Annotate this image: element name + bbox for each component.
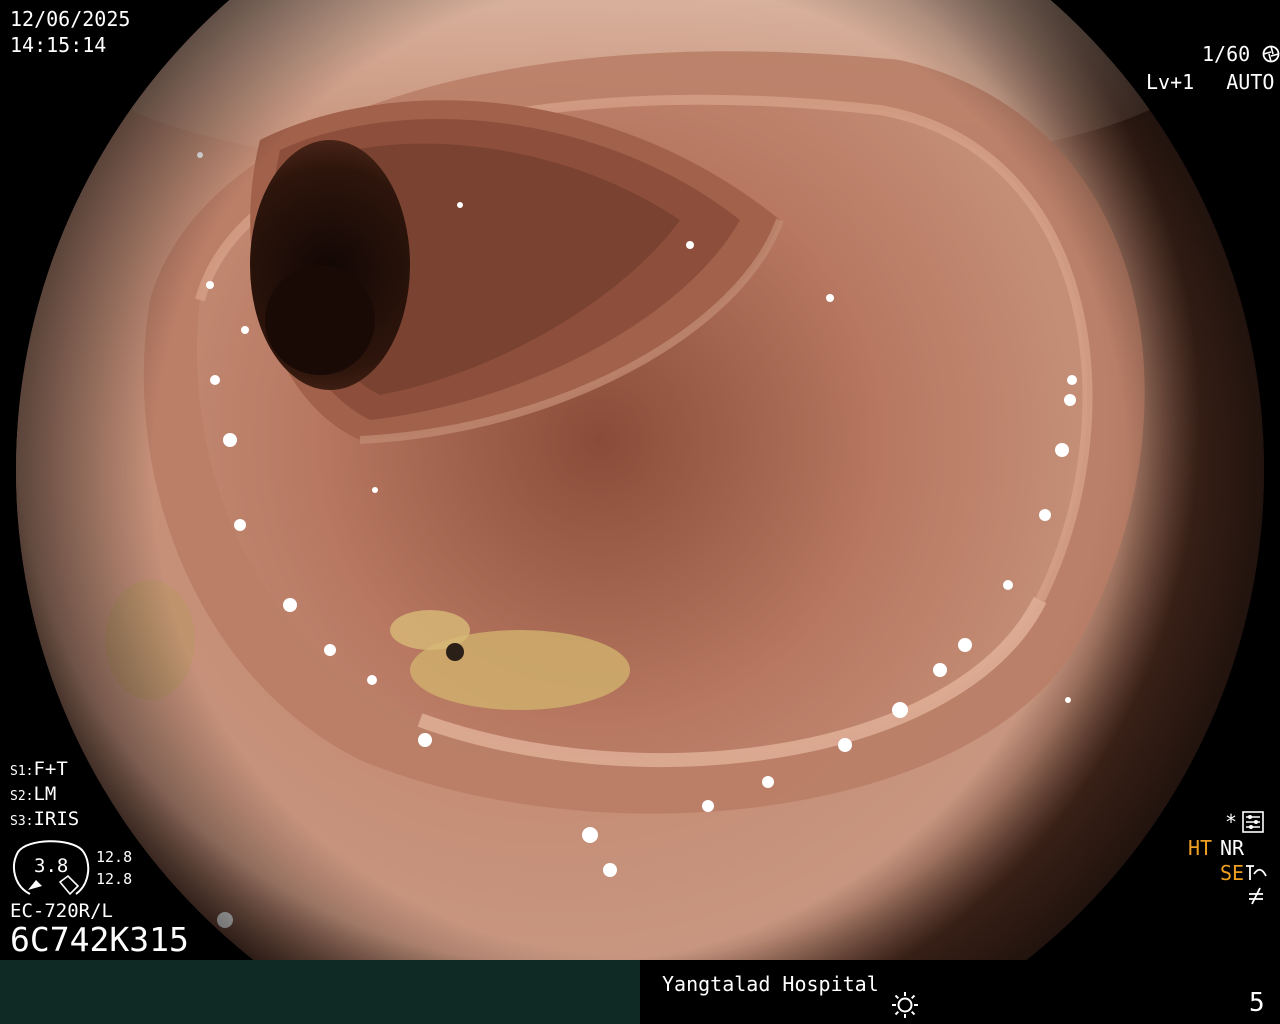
time-readout: 14:15:14 xyxy=(10,33,107,57)
mode-nr: NR xyxy=(1220,836,1245,860)
s2-value: LM xyxy=(33,783,57,805)
gauge-bottom-value: 12.8 xyxy=(96,870,133,888)
scope-serial: 6C742K315 xyxy=(10,920,189,959)
hospital-name: Yangtalad Hospital xyxy=(662,972,879,996)
gauge-value: 3.8 xyxy=(34,855,69,877)
mode-se: SE xyxy=(1220,861,1245,885)
shutter-speed: 1/60 xyxy=(1202,44,1280,64)
status-bar: Yangtalad Hospital 5 xyxy=(0,960,1280,1024)
sun-icon xyxy=(892,992,918,1018)
s1-value: F+T xyxy=(33,758,68,780)
settings-icon xyxy=(1242,811,1264,833)
setting-s3: S3:IRIS xyxy=(10,810,79,829)
setting-s1: S1:F+T xyxy=(10,760,68,779)
endoscope-viewport: 12/06/2025 14:15:14 1/60 Lv+1 AUTO S1:F+… xyxy=(0,0,1280,960)
date-readout: 12/06/2025 xyxy=(10,7,131,31)
exposure-readout: Lv+1 AUTO xyxy=(1146,72,1280,92)
setting-s2: S2:LM xyxy=(10,785,56,804)
image-counter: 5 xyxy=(1249,988,1265,1018)
s2-label: S2: xyxy=(10,789,34,804)
scope-model: EC-720R/L xyxy=(10,900,113,922)
gauge-top-value: 12.8 xyxy=(96,848,133,866)
status-bar-right-panel: Yangtalad Hospital 5 xyxy=(640,960,1280,1024)
brightness-level: Lv+1 xyxy=(1146,70,1195,94)
se-curve-icon xyxy=(1246,865,1267,880)
status-bar-left-panel xyxy=(0,960,640,1024)
s1-label: S1: xyxy=(10,764,34,779)
shutter-value: 1/60 xyxy=(1202,42,1251,66)
mucosa-scene xyxy=(16,0,1264,960)
s3-label: S3: xyxy=(10,814,34,829)
s3-value: IRIS xyxy=(33,808,80,830)
exposure-mode: AUTO xyxy=(1226,70,1275,94)
not-equal-icon xyxy=(1249,887,1263,905)
mode-star: * xyxy=(1225,810,1238,834)
endoscopic-image xyxy=(16,0,1264,960)
aperture-icon xyxy=(1262,45,1280,63)
mode-ht: HT xyxy=(1188,836,1213,860)
